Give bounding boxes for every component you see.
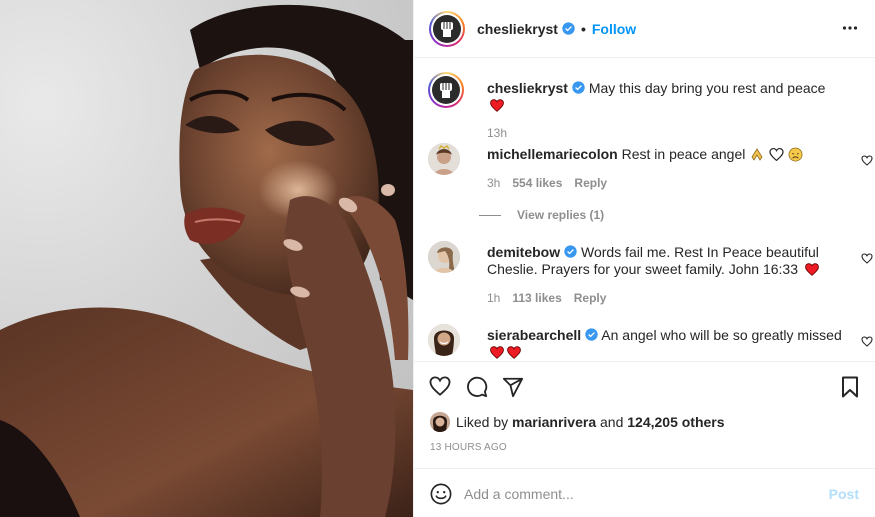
author-avatar[interactable]	[429, 10, 465, 47]
liked-by-connector: and	[600, 414, 624, 430]
bookmark-icon[interactable]	[841, 376, 859, 398]
red-heart-emoji	[507, 346, 521, 359]
action-bar	[414, 361, 875, 409]
red-heart-emoji	[805, 263, 819, 276]
add-comment-bar: Post	[414, 468, 875, 517]
commenter-avatar[interactable]	[428, 241, 460, 273]
post-details-panel: chesliekryst • Follow chesliekryst May t…	[413, 0, 875, 517]
view-replies-label: View replies (1)	[517, 208, 605, 222]
post-caption: chesliekryst May this day bring you rest…	[428, 72, 864, 140]
comment-likes[interactable]: 554 likes	[512, 175, 562, 192]
reply-button[interactable]: Reply	[574, 290, 607, 307]
comment-item: michellemariecolon Rest in peace angel 3…	[428, 143, 873, 203]
commenter-username[interactable]: demitebow	[487, 244, 560, 260]
like-comment-icon[interactable]	[861, 155, 873, 166]
author-username[interactable]: chesliekryst	[477, 21, 558, 37]
caption-username[interactable]: chesliekryst	[487, 80, 568, 96]
comment-input[interactable]	[464, 484, 814, 504]
comment-item: demitebow Words fail me. Rest In Peace b…	[428, 241, 873, 311]
verified-badge-icon	[572, 81, 585, 94]
liker-username[interactable]: marianrivera	[512, 414, 596, 430]
disappointed-face-emoji	[788, 147, 803, 162]
commenter-avatar[interactable]	[428, 324, 460, 356]
red-heart-emoji	[490, 99, 504, 112]
comments-list[interactable]: chesliekryst May this day bring you rest…	[414, 58, 875, 361]
commenter-avatar[interactable]	[428, 143, 460, 175]
comment-icon[interactable]	[466, 376, 488, 398]
commenter-username[interactable]: sierabearchell	[487, 327, 581, 343]
folded-hands-emoji	[751, 148, 763, 161]
red-heart-emoji	[490, 346, 504, 359]
like-comment-icon[interactable]	[861, 336, 873, 347]
post-header: chesliekryst • Follow	[414, 0, 875, 58]
commenter-username[interactable]: michellemariecolon	[487, 146, 618, 162]
emoji-icon[interactable]	[430, 483, 452, 505]
white-heart-emoji	[769, 147, 784, 162]
more-options-icon[interactable]	[842, 20, 858, 36]
view-replies-line	[479, 214, 501, 216]
comment-text: An angel who will be so greatly missed	[601, 327, 842, 343]
comment-item: sierabearchell An angel who will be so g…	[428, 324, 873, 361]
likes-count[interactable]: 124,205 others	[627, 414, 724, 430]
comment-text: Rest in peace angel	[621, 146, 746, 162]
verified-badge-icon	[564, 245, 577, 258]
likes-summary: Liked by marianrivera and 124,205 others	[430, 412, 725, 432]
caption-time: 13h	[487, 126, 508, 140]
liker-avatar[interactable]	[430, 412, 450, 432]
caption-author-avatar[interactable]	[428, 72, 464, 108]
instagram-post: chesliekryst • Follow chesliekryst May t…	[0, 0, 875, 517]
post-photo[interactable]	[0, 0, 413, 517]
comment-likes[interactable]: 113 likes	[512, 290, 561, 307]
reply-button[interactable]: Reply	[574, 175, 607, 192]
comment-time: 3h	[487, 176, 501, 190]
share-icon[interactable]	[502, 376, 524, 398]
post-timestamp[interactable]: 13 HOURS AGO	[430, 442, 507, 453]
post-comment-button[interactable]: Post	[829, 486, 859, 502]
heart-icon[interactable]	[429, 376, 451, 396]
like-comment-icon[interactable]	[861, 253, 873, 264]
liked-by-prefix: Liked by	[456, 414, 509, 430]
view-replies-button[interactable]: View replies (1)	[479, 208, 604, 222]
raised-fist-icon	[441, 21, 453, 37]
follow-button[interactable]: Follow	[592, 21, 636, 37]
raised-fist-icon	[440, 83, 452, 98]
verified-badge-icon	[585, 328, 598, 341]
portrait-illustration	[0, 4, 413, 517]
separator-dot: •	[580, 20, 586, 37]
comment-time: 1h	[487, 291, 501, 305]
verified-badge-icon	[562, 22, 575, 35]
caption-text: May this day bring you rest and peace	[588, 80, 826, 96]
